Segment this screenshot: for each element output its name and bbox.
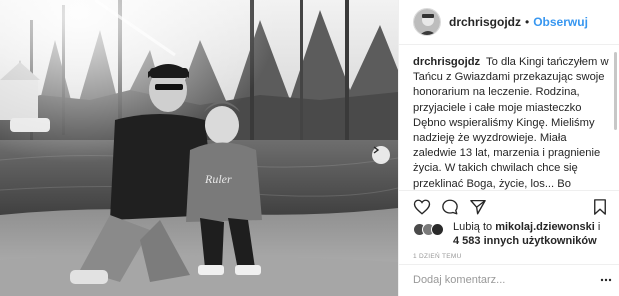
comment-icon[interactable] — [441, 198, 459, 216]
next-photo-button[interactable] — [372, 146, 390, 164]
likes-prefix: Lubią to — [453, 221, 496, 233]
comment-box — [399, 264, 619, 296]
header-username[interactable]: drchrisgojdz — [449, 15, 521, 29]
share-icon[interactable] — [469, 198, 487, 216]
liker-username[interactable]: mikolaj.dziewonski — [495, 221, 595, 233]
more-options-icon[interactable] — [599, 273, 613, 287]
liker-avatar — [431, 223, 444, 236]
likes-count-suffix[interactable]: innych użytkowników — [481, 235, 597, 247]
post-caption: drchrisgojdz To dla Kingi tańczyłem w Ta… — [413, 55, 610, 190]
svg-text:Ruler: Ruler — [204, 172, 232, 186]
caption-text: To dla Kingi tańczyłem w Tańcu z Gwiazda… — [413, 56, 609, 190]
likes-line-2: 4 583 innych użytkowników — [453, 235, 597, 247]
likes-summary[interactable]: Lubią to mikolaj.dziewonski i 4 583 inny… — [413, 221, 613, 253]
comment-input[interactable] — [413, 271, 573, 289]
caption-username[interactable]: drchrisgojdz — [413, 56, 480, 68]
post-side-panel: drchrisgojdz • Obserwuj drchrisgojdz To … — [398, 0, 619, 296]
post-photo[interactable]: Ruler — [0, 0, 398, 296]
chevron-right-icon — [373, 146, 380, 154]
caption-scrollbar[interactable] — [614, 52, 617, 190]
avatar-icon — [414, 9, 440, 35]
post-timestamp[interactable]: 1 DZIEŃ TEMU — [413, 253, 462, 260]
follow-button[interactable]: Obserwuj — [533, 15, 588, 29]
likes-count[interactable]: 4 583 — [453, 235, 481, 247]
avatar[interactable] — [413, 8, 441, 36]
post-header: drchrisgojdz • Obserwuj — [399, 0, 619, 45]
scrollbar-thumb[interactable] — [614, 52, 617, 130]
heart-icon[interactable] — [413, 198, 431, 216]
bookmark-icon[interactable] — [591, 198, 609, 216]
likes-line-1: Lubią to mikolaj.dziewonski i — [453, 221, 600, 233]
likes-suffix: i — [594, 221, 601, 233]
liker-avatars — [413, 223, 451, 237]
post-photo-art: Ruler — [0, 0, 398, 296]
actions-divider — [399, 190, 619, 191]
header-separator: • — [525, 15, 530, 29]
